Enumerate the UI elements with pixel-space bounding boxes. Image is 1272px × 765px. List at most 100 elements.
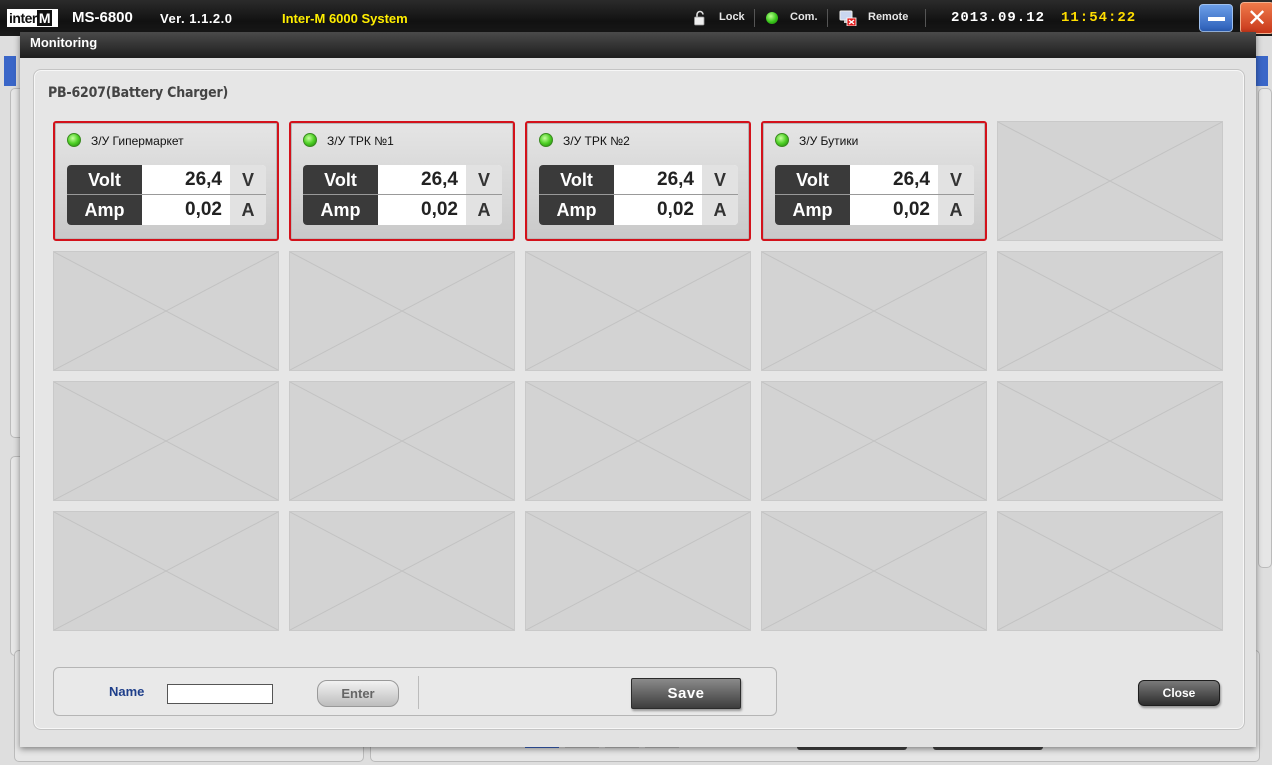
empty-slot-cross-icon: [290, 512, 514, 630]
empty-slot-cross-icon: [54, 512, 278, 630]
empty-slot: [997, 251, 1223, 371]
empty-slot: [53, 251, 279, 371]
volt-readout: Volt 26,4 V: [67, 165, 266, 195]
dialog-title: Monitoring: [30, 35, 98, 50]
minimize-icon: [1208, 17, 1225, 21]
amp-value: 0,02: [614, 195, 702, 225]
empty-slot: [53, 511, 279, 631]
charger-grid: З/У Гипермаркет Volt 26,4 V Amp 0,02 A З…: [53, 121, 1225, 631]
charger-unit-card[interactable]: З/У ТРК №2 Volt 26,4 V Amp 0,02 A: [525, 121, 751, 241]
empty-slot-cross-icon: [526, 382, 750, 500]
volt-value: 26,4: [850, 165, 938, 195]
amp-unit: A: [938, 195, 974, 225]
volt-value: 26,4: [378, 165, 466, 195]
volt-label: Volt: [775, 165, 850, 195]
volt-unit: V: [230, 165, 266, 195]
volt-unit: V: [702, 165, 738, 195]
name-label: Name: [109, 684, 145, 699]
enter-button[interactable]: Enter: [317, 680, 399, 707]
model-name: MS-6800: [72, 9, 133, 26]
status-led: [303, 133, 317, 147]
close-x-icon: ✕: [1246, 4, 1268, 32]
empty-slot: [289, 511, 515, 631]
logo-prefix: inter: [9, 10, 37, 26]
empty-slot: [289, 381, 515, 501]
volt-label: Volt: [67, 165, 142, 195]
volt-label: Volt: [303, 165, 378, 195]
lock-label[interactable]: Lock: [719, 11, 745, 23]
empty-slot-cross-icon: [998, 252, 1222, 370]
empty-slot-cross-icon: [54, 252, 278, 370]
remote-icon[interactable]: [839, 10, 857, 26]
volt-unit: V: [466, 165, 502, 195]
toolbar-divider: [754, 9, 755, 27]
toolbar-divider: [925, 9, 926, 27]
unit-name: З/У ТРК №2: [563, 134, 630, 148]
com-status-led: [766, 12, 778, 24]
empty-slot-cross-icon: [762, 382, 986, 500]
empty-slot: [761, 381, 987, 501]
empty-slot: [997, 381, 1223, 501]
toolbar-divider: [827, 9, 828, 27]
app-logo: inter M: [7, 9, 58, 27]
empty-slot: [761, 511, 987, 631]
amp-readout: Amp 0,02 A: [303, 195, 502, 225]
unit-name: З/У Гипермаркет: [91, 134, 184, 148]
status-led: [539, 133, 553, 147]
amp-label: Amp: [67, 195, 142, 225]
unit-name: З/У ТРК №1: [327, 134, 394, 148]
amp-value: 0,02: [142, 195, 230, 225]
title-bar: inter M MS-6800 Ver. 1.1.2.0 Inter-M 6000…: [0, 0, 1272, 36]
volt-label: Volt: [539, 165, 614, 195]
volt-value: 26,4: [614, 165, 702, 195]
empty-slot-cross-icon: [762, 252, 986, 370]
current-date: 2013.09.12: [951, 10, 1046, 26]
charger-unit-card[interactable]: З/У ТРК №1 Volt 26,4 V Amp 0,02 A: [289, 121, 515, 241]
logo-suffix: M: [36, 10, 53, 26]
name-entry-bar: Name Enter Save: [53, 667, 777, 716]
charger-unit-card[interactable]: З/У Бутики Volt 26,4 V Amp 0,02 A: [761, 121, 987, 241]
charger-unit-card[interactable]: З/У Гипермаркет Volt 26,4 V Amp 0,02 A: [53, 121, 279, 241]
save-button[interactable]: Save: [631, 678, 741, 709]
volt-readout: Volt 26,4 V: [303, 165, 502, 195]
monitoring-dialog: Monitoring PB-6207(Battery Charger) З/У …: [20, 32, 1256, 747]
bg-tab: [1256, 56, 1268, 86]
amp-readout: Amp 0,02 A: [67, 195, 266, 225]
empty-slot: [53, 381, 279, 501]
empty-slot-cross-icon: [998, 122, 1222, 240]
minimize-button[interactable]: [1199, 4, 1233, 32]
window-close-button[interactable]: ✕: [1240, 2, 1272, 34]
lock-icon[interactable]: [693, 10, 707, 26]
empty-slot-cross-icon: [290, 252, 514, 370]
empty-slot: [525, 511, 751, 631]
empty-slot: [525, 381, 751, 501]
current-time: 11:54:22: [1061, 10, 1137, 26]
volt-readout: Volt 26,4 V: [539, 165, 738, 195]
status-led: [775, 133, 789, 147]
close-button[interactable]: Close: [1138, 680, 1220, 706]
volt-readout: Volt 26,4 V: [775, 165, 974, 195]
amp-readout: Amp 0,02 A: [775, 195, 974, 225]
bg-panel: [1258, 88, 1272, 568]
amp-value: 0,02: [378, 195, 466, 225]
empty-slot: [997, 511, 1223, 631]
amp-unit: A: [230, 195, 266, 225]
volt-unit: V: [938, 165, 974, 195]
panel-title: PB-6207(Battery Charger): [48, 85, 229, 101]
volt-value: 26,4: [142, 165, 230, 195]
empty-slot: [525, 251, 751, 371]
amp-label: Amp: [539, 195, 614, 225]
remote-label[interactable]: Remote: [868, 11, 908, 23]
com-label: Com.: [790, 11, 818, 23]
system-name: Inter-M 6000 System: [282, 11, 408, 26]
unit-name: З/У Бутики: [799, 134, 859, 148]
bg-tab: [4, 56, 16, 86]
empty-slot-cross-icon: [998, 512, 1222, 630]
empty-slot-cross-icon: [526, 252, 750, 370]
empty-slot-cross-icon: [290, 382, 514, 500]
empty-slot-cross-icon: [762, 512, 986, 630]
empty-slot: [289, 251, 515, 371]
empty-slot: [761, 251, 987, 371]
empty-slot-cross-icon: [526, 512, 750, 630]
name-input[interactable]: [167, 684, 273, 704]
